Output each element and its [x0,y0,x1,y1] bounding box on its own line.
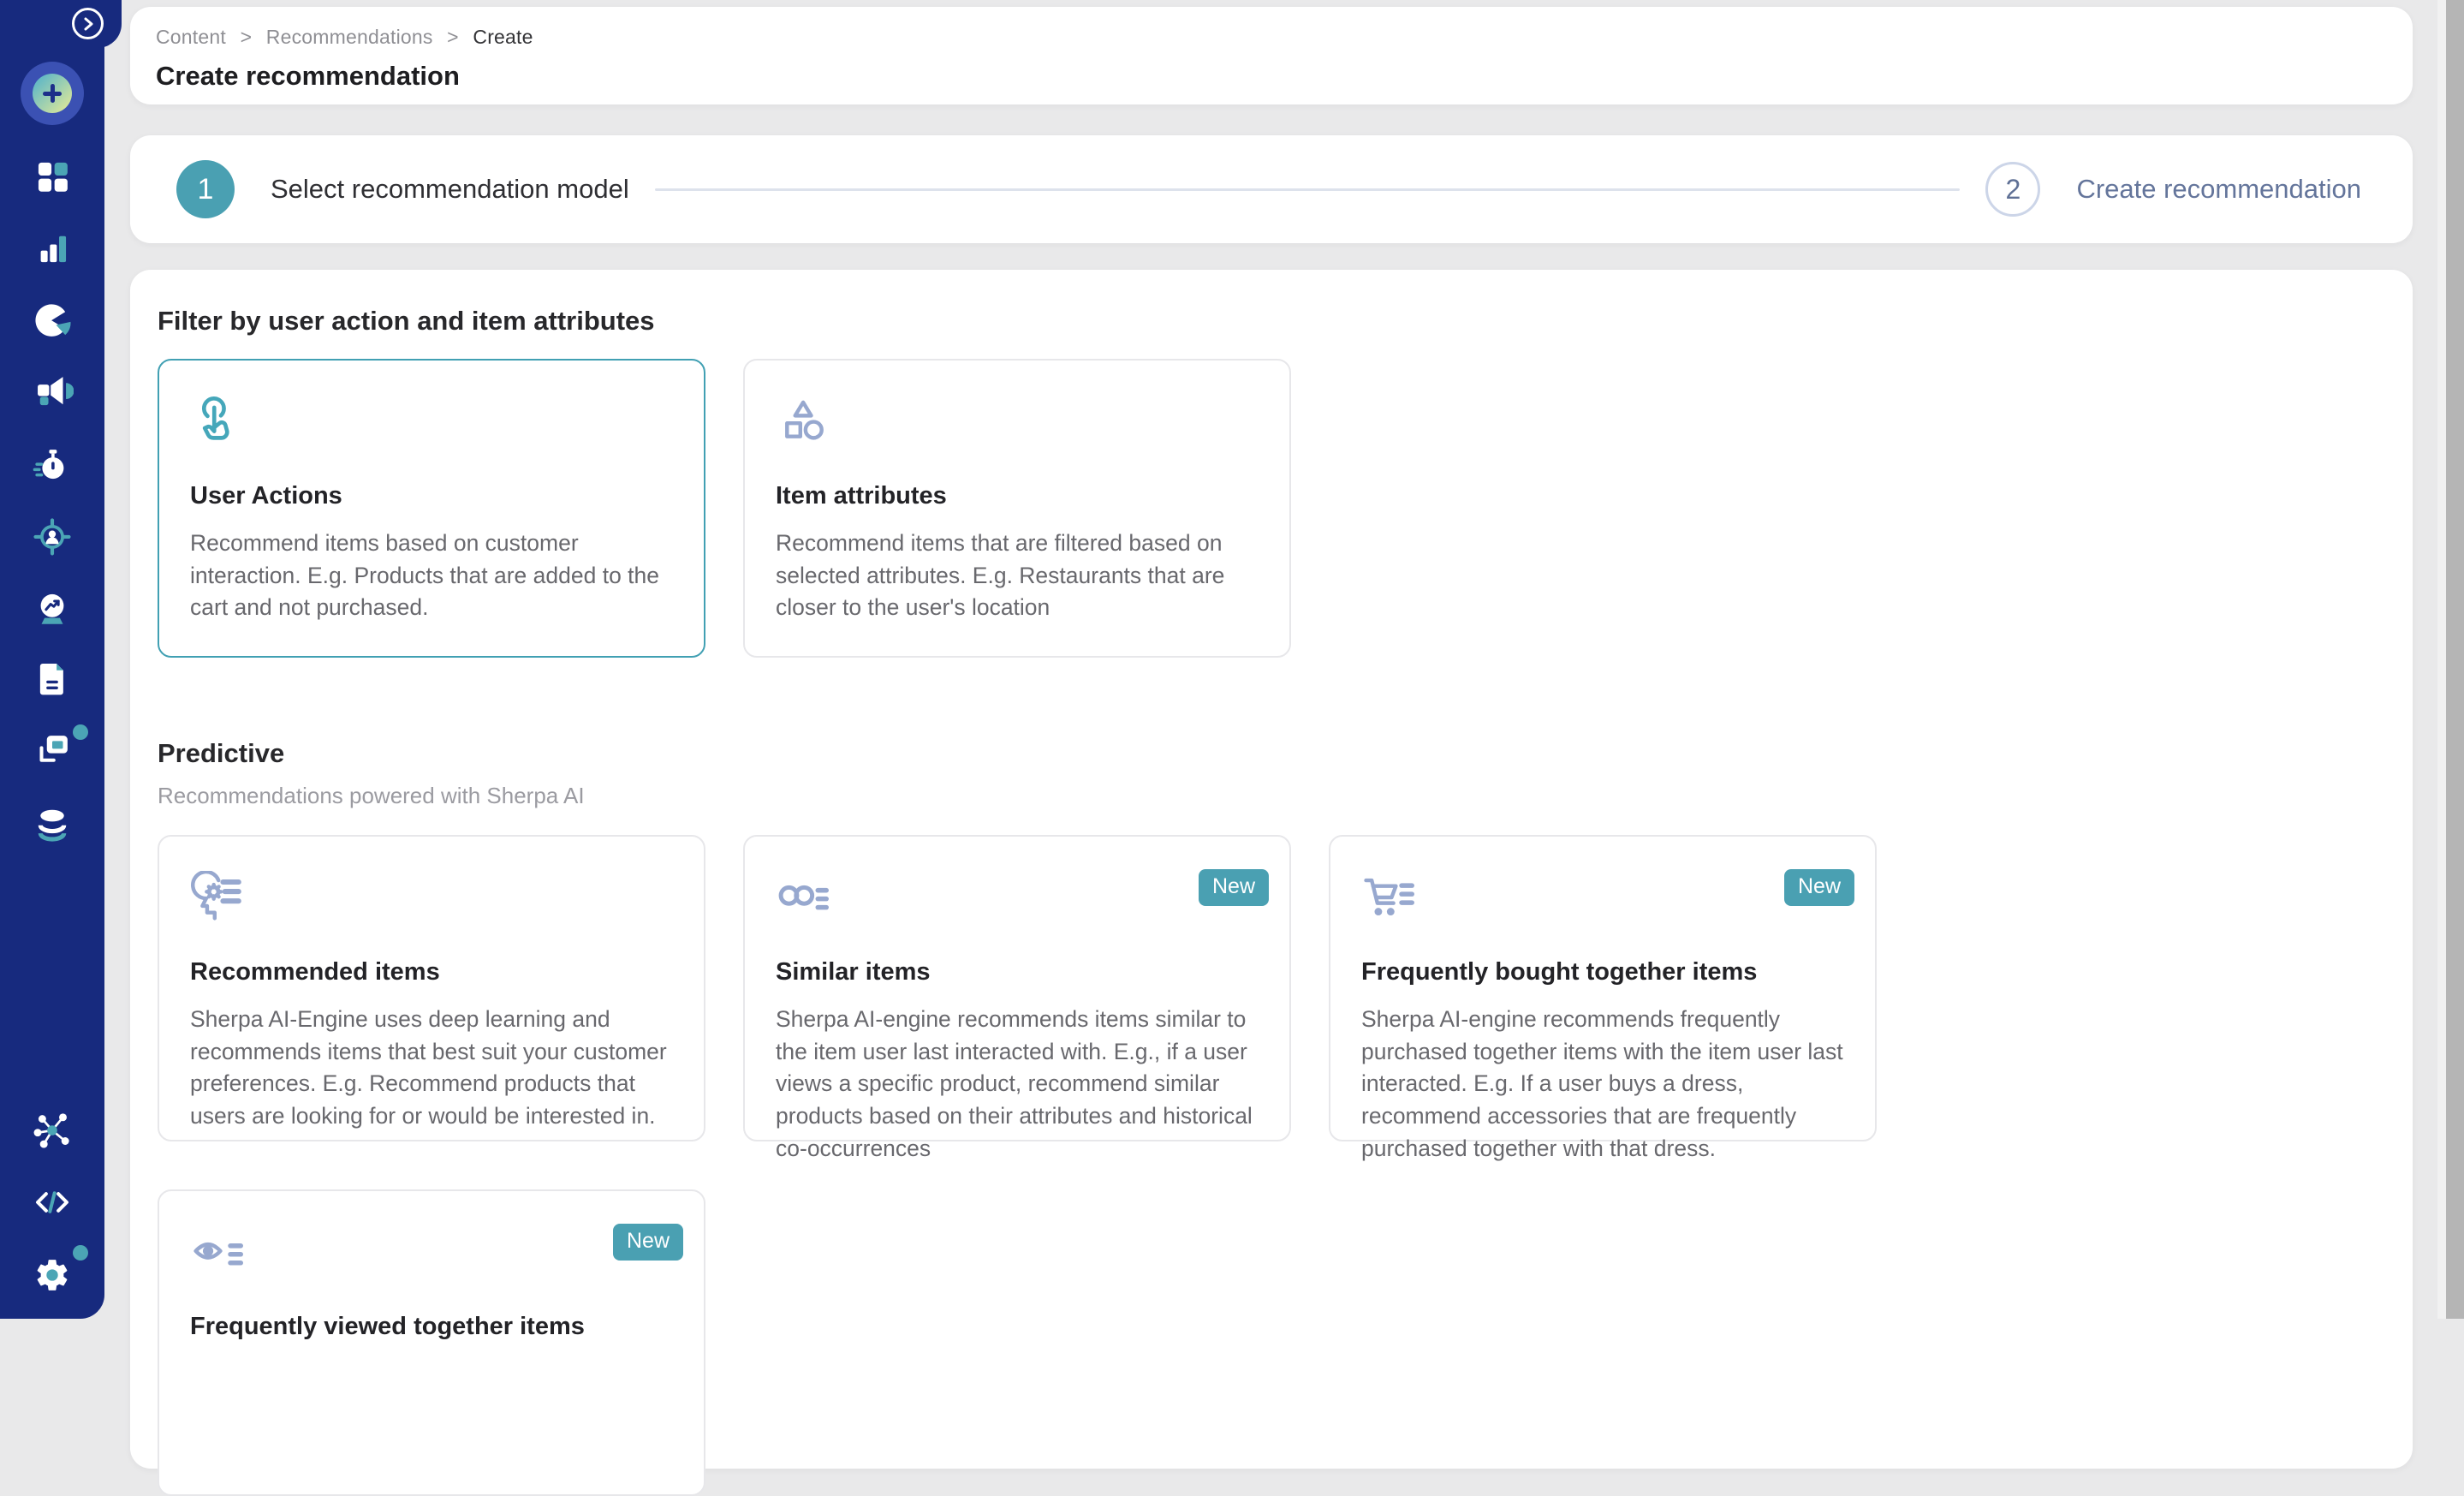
new-badge: New [613,1224,683,1261]
card-title: Frequently viewed together items [190,1313,673,1341]
stepper-panel: 1 Select recommendation model 2 Create r… [130,135,2413,243]
crystal-ball-icon [31,587,74,629]
sidebar-item-automation[interactable] [28,441,76,489]
target-user-icon [30,514,74,558]
step-1-label: Select recommendation model [271,174,629,205]
step-2: 2 Create recommendation [1985,162,2361,217]
plus-icon [33,74,72,113]
card-description: Sherpa AI-Engine uses deep learning and … [190,1004,673,1133]
step-1-number: 1 [176,160,235,218]
sidebar-item-apps[interactable] [28,727,76,775]
new-badge: New [1199,869,1269,906]
apps-notification-dot [73,724,88,740]
card-description: Recommend items based on customer intera… [190,527,673,624]
sidebar-item-reports[interactable] [28,297,76,345]
eye-list-icon [190,1225,673,1278]
database-icon [32,803,73,844]
step-1: 1 Select recommendation model [176,160,629,218]
sidebar-item-dashboard[interactable] [28,152,76,200]
sidebar-item-integrations[interactable] [28,1106,76,1154]
card-description: Sherpa AI-engine recommends items simila… [776,1004,1259,1165]
cart-list-icon [1361,871,1844,924]
card-frequently-viewed-together[interactable]: New Frequently viewed together items [158,1189,705,1496]
infinity-list-icon [776,871,1259,924]
card-title: Item attributes [776,482,1259,510]
chevron-right-icon [80,15,97,33]
card-title: Recommended items [190,958,673,986]
new-badge: New [1784,869,1854,906]
layers-icon [31,730,74,772]
card-item-attributes[interactable]: Item attributes Recommend items that are… [743,359,1291,658]
sidebar-item-data[interactable] [28,800,76,848]
pie-chart-icon [31,300,74,343]
sidebar-item-campaigns[interactable] [28,368,76,416]
breadcrumb-content[interactable]: Content [156,26,226,48]
create-new-button[interactable] [21,62,84,125]
ai-head-list-icon [190,871,673,924]
filter-section-heading: Filter by user action and item attribute… [158,270,2385,337]
card-title: Frequently bought together items [1361,958,1844,986]
predictive-section-subheading: Recommendations powered with Sherpa AI [158,783,2385,809]
step-2-number: 2 [1985,162,2040,217]
settings-notification-dot [73,1245,88,1261]
card-title: Similar items [776,958,1259,986]
page-header-panel: Content > Recommendations > Create Creat… [130,7,2413,104]
sidebar-item-predictions[interactable] [28,584,76,632]
dashboard-grid-icon [31,154,74,197]
scrollbar-thumb[interactable] [2446,0,2464,1319]
breadcrumb-recommendations[interactable]: Recommendations [266,26,433,48]
megaphone-icon [31,371,74,414]
card-description: Sherpa AI-engine recommends frequently p… [1361,1004,1844,1165]
document-icon [32,659,73,700]
scrollbar-track [2437,0,2464,1319]
card-recommended-items[interactable]: Recommended items Sherpa AI-Engine uses … [158,835,705,1141]
card-user-actions[interactable]: User Actions Recommend items based on cu… [158,359,705,658]
shapes-icon [776,395,1259,448]
sidebar-item-analytics[interactable] [28,224,76,272]
card-similar-items[interactable]: New Similar items [743,835,1291,1141]
breadcrumb-separator: > [241,26,253,48]
breadcrumb-create: Create [473,26,533,48]
card-description: Recommend items that are filtered based … [776,527,1259,624]
network-hub-icon [31,1109,74,1152]
sidebar-item-api[interactable] [28,1178,76,1226]
card-title: User Actions [190,482,673,510]
sidebar-expand-button[interactable] [72,8,104,39]
sidebar-item-audiences[interactable] [28,512,76,560]
breadcrumb: Content > Recommendations > Create [156,26,2373,49]
stepper-divider [655,188,1961,191]
predictive-section-heading: Predictive [158,738,2385,769]
page-title: Create recommendation [156,61,2373,92]
breadcrumb-separator: > [447,26,459,48]
stopwatch-icon [31,444,74,486]
sidebar-item-content[interactable] [28,655,76,703]
sidebar-item-settings[interactable] [28,1251,76,1299]
bar-chart-icon [31,227,74,270]
gear-icon [30,1253,74,1297]
tap-hand-icon [190,395,673,448]
code-icon [31,1181,74,1224]
model-selection-panel: Filter by user action and item attribute… [130,270,2413,1469]
card-frequently-bought-together[interactable]: New [1329,835,1877,1141]
step-2-label: Create recommendation [2076,174,2361,205]
